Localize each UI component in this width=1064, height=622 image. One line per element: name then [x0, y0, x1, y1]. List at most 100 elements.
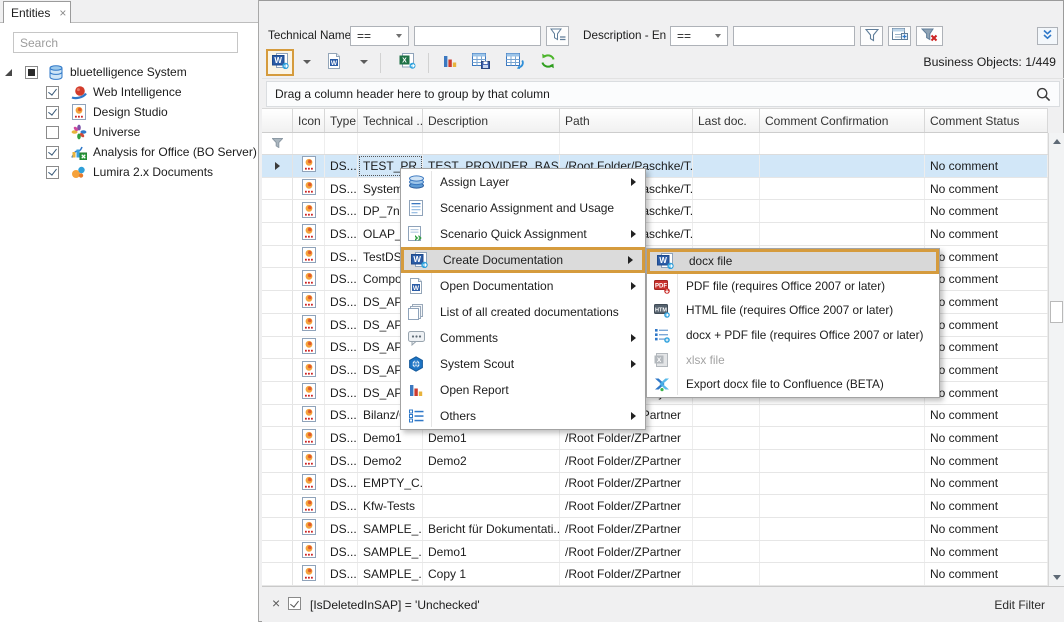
table-row[interactable]: DS...System_.../Root Folder/Paschke/T...… — [262, 178, 1048, 201]
column-header-comment-confirmation[interactable]: Comment Confirmation — [760, 109, 925, 132]
table-row[interactable]: DS...OLAP_C.../Root Folder/Paschke/T...N… — [262, 223, 1048, 246]
table-row[interactable]: DS...Demo2Demo2/Root Folder/ZPartnerNo c… — [262, 450, 1048, 473]
close-icon[interactable]: × — [59, 7, 66, 19]
tree-item-lumira-2-x-documents[interactable]: Lumira 2.x Documents — [0, 162, 258, 182]
create-documentation-submenu: Wdocx filePDFPDF file (requires Office 2… — [646, 248, 940, 398]
column-header-type[interactable]: Type — [325, 109, 358, 132]
apply-filter-button[interactable] — [860, 26, 883, 46]
table-row[interactable]: DS...Bilanz/G.../Root Folder/ZPartnerNo … — [262, 405, 1048, 428]
scrollbar-down-button[interactable] — [1049, 569, 1064, 586]
cell-comment-status: No comment — [925, 337, 1048, 359]
menu-item-assign-layer[interactable]: Assign Layer — [401, 169, 645, 195]
table-row[interactable]: DS...Demo1Demo1/Root Folder/ZPartnerNo c… — [262, 427, 1048, 450]
menu-item-comments[interactable]: Comments — [401, 325, 645, 351]
docx-dropdown-caret[interactable] — [303, 60, 311, 64]
submenu-item-html-file-requires-office-2007-or-later[interactable]: HTMHTML file (requires Office 2007 or la… — [647, 298, 939, 323]
search-icon[interactable] — [1036, 87, 1051, 102]
vertical-scrollbar[interactable] — [1048, 133, 1064, 586]
cell-comment-confirmation — [760, 450, 925, 472]
chart-icon — [401, 382, 431, 398]
tree-item-design-studio[interactable]: Design Studio — [0, 102, 258, 122]
filter-active-checkbox[interactable] — [288, 597, 301, 610]
description-filter-input[interactable] — [733, 26, 855, 46]
tree-item-bluetelligence-system[interactable]: bluetelligence System — [0, 62, 258, 82]
arrow-up-icon — [1053, 139, 1061, 144]
cell-comment-status: No comment — [925, 405, 1048, 427]
menu-item-scenario-assignment-and-usage[interactable]: Scenario Assignment and Usage — [401, 195, 645, 221]
table-row[interactable]: DS...DP_7nn.../Root Folder/Paschke/T...N… — [262, 200, 1048, 223]
cell-type: DS... — [325, 518, 358, 540]
table-row[interactable]: DS...EMPTY_C.../Root Folder/ZPartnerNo c… — [262, 473, 1048, 496]
open-documentation-button[interactable]: W — [322, 51, 346, 73]
collapse-filter-panel-button[interactable] — [1037, 27, 1058, 45]
row-indicator — [262, 291, 293, 313]
technical-name-filter-input[interactable] — [414, 26, 541, 46]
menu-item-list-of-all-created-documentations[interactable]: List of all created documentations — [401, 299, 645, 325]
search-input[interactable] — [13, 32, 238, 53]
create-docx-documentation-button[interactable]: W — [266, 49, 294, 76]
row-indicator — [262, 223, 293, 245]
table-row[interactable]: DS...SAMPLE_...Copy 1/Root Folder/ZPartn… — [262, 563, 1048, 586]
checkbox[interactable] — [46, 166, 59, 179]
tree-item-universe[interactable]: Universe — [0, 122, 258, 142]
filter-cell[interactable] — [423, 133, 560, 154]
open-doc-dropdown-caret[interactable] — [360, 60, 368, 64]
submenu-item-export-docx-file-to-confluence-beta[interactable]: Export docx file to Confluence (BETA) — [647, 372, 939, 397]
checkbox[interactable] — [25, 66, 38, 79]
column-header-comment-status[interactable]: Comment Status — [925, 109, 1048, 132]
export-excel-button[interactable]: X — [394, 51, 420, 73]
design-studio-file-icon — [293, 405, 325, 427]
menu-item-scenario-quick-assignment[interactable]: Scenario Quick Assignment — [401, 221, 645, 247]
close-filter-icon[interactable]: × — [272, 596, 280, 610]
filter-cell[interactable] — [560, 133, 693, 154]
menu-item-create-documentation[interactable]: WCreate Documentation — [401, 247, 645, 273]
table-row[interactable]: DS...Kfw-Tests/Root Folder/ZPartnerNo co… — [262, 495, 1048, 518]
menu-item-open-documentation[interactable]: WOpen Documentation — [401, 273, 645, 299]
filter-cell[interactable] — [693, 133, 760, 154]
technical-name-filter-button[interactable] — [546, 26, 569, 46]
submenu-item-docx-pdf-file-requires-office-2007-or-later[interactable]: docx + PDF file (requires Office 2007 or… — [647, 323, 939, 348]
menu-item-others[interactable]: Others — [401, 403, 645, 429]
menu-item-system-scout[interactable]: System Scout — [401, 351, 645, 377]
tree-item-analysis-for-office-bo-server[interactable]: Analysis for Office (BO Server) — [0, 142, 258, 162]
submenu-item-pdf-file-requires-office-2007-or-later[interactable]: PDFPDF file (requires Office 2007 or lat… — [647, 274, 939, 299]
column-header-path[interactable]: Path — [560, 109, 693, 132]
table-row[interactable]: DS...SAMPLE_...Bericht für Dokumentati..… — [262, 518, 1048, 541]
technical-name-operator-select[interactable]: == — [350, 26, 409, 46]
scrollbar-up-button[interactable] — [1049, 133, 1064, 150]
refresh-button[interactable] — [536, 51, 560, 73]
cell-comment-confirmation — [760, 405, 925, 427]
filter-cell[interactable] — [760, 133, 925, 154]
menu-item-open-report[interactable]: Open Report — [401, 377, 645, 403]
advanced-filter-button[interactable] — [888, 26, 911, 46]
group-by-panel[interactable]: Drag a column header here to group by th… — [266, 81, 1060, 107]
submenu-item-docx-file[interactable]: Wdocx file — [647, 249, 939, 274]
column-header-icon[interactable]: Icon — [293, 109, 325, 132]
save-layout-button[interactable] — [468, 51, 494, 73]
svg-text:W: W — [659, 256, 667, 265]
table-row[interactable]: DS...SAMPLE_...Demo1/Root Folder/ZPartne… — [262, 541, 1048, 564]
column-header-last-doc[interactable]: Last doc. — [693, 109, 760, 132]
clear-filter-button[interactable] — [916, 26, 943, 46]
restore-layout-button[interactable] — [502, 51, 528, 73]
filter-cell[interactable] — [358, 133, 423, 154]
open-report-button[interactable] — [438, 51, 462, 73]
tree-item-web-intelligence[interactable]: Web Intelligence — [0, 82, 258, 102]
checkbox[interactable] — [46, 146, 59, 159]
tab-entities[interactable]: Entities × — [3, 1, 71, 23]
cell-description: Demo1 — [423, 541, 560, 563]
scrollbar-thumb[interactable] — [1050, 301, 1063, 323]
description-operator-select[interactable]: == — [670, 26, 728, 46]
expand-collapse-icon[interactable] — [5, 69, 12, 76]
column-header-description[interactable]: Description — [423, 109, 560, 132]
checkbox[interactable] — [46, 126, 59, 139]
filter-cell[interactable] — [925, 133, 1048, 154]
edit-filter-link[interactable]: Edit Filter — [994, 598, 1045, 612]
cell-last-doc — [693, 223, 760, 245]
table-row[interactable]: DS...TEST_PR...TEST_PROVIDER_BASED.../Ro… — [262, 155, 1048, 178]
checkbox[interactable] — [46, 106, 59, 119]
checkbox[interactable] — [46, 86, 59, 99]
filter-cell[interactable] — [293, 133, 325, 154]
column-header-technical[interactable]: Technical ... — [358, 109, 423, 132]
filter-cell[interactable] — [325, 133, 358, 154]
